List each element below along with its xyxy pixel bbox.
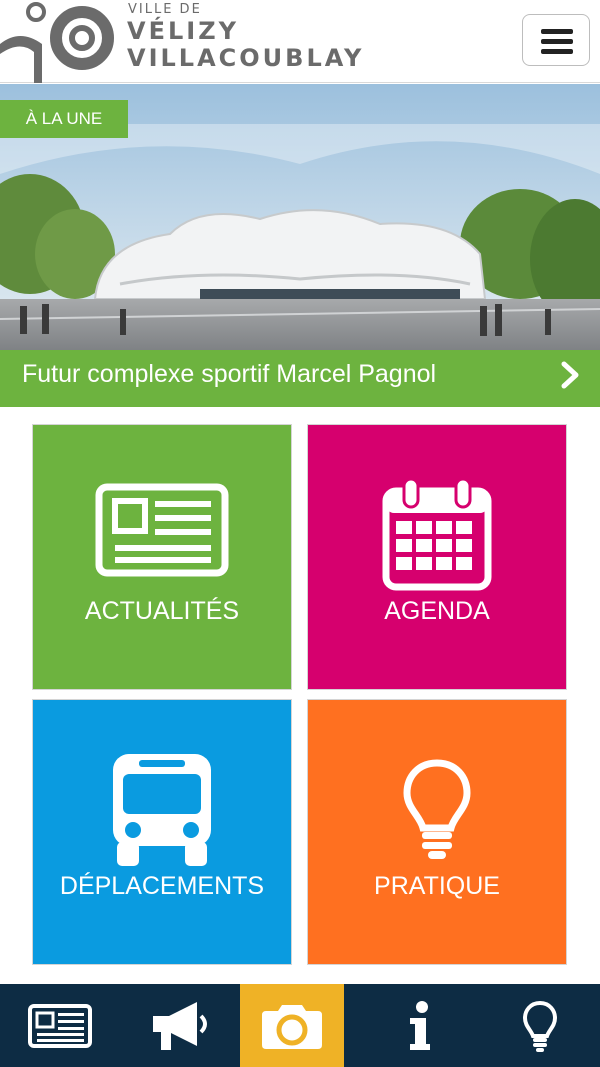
logo-city-line1: VÉLIZY [127,17,239,45]
site-logo[interactable]: VILLE DE VÉLIZY VILLACOUBLAY [0,0,380,83]
hero-caption-bar[interactable]: Futur complexe sportif Marcel Pagnol [0,350,600,407]
newspaper-icon [28,1003,92,1048]
nav-tips-button[interactable] [480,984,600,1067]
nav-announcements-button[interactable] [120,984,240,1067]
nav-news-button[interactable] [0,984,120,1067]
hamburger-menu-button[interactable] [522,14,590,66]
nav-camera-button[interactable] [240,984,344,1067]
tile-label-deplacements: DÉPLACEMENTS [59,872,265,900]
hamburger-icon [541,29,573,34]
tile-deplacements[interactable]: DÉPLACEMENTS [32,699,292,965]
tile-label-pratique: PRATIQUE [374,872,500,900]
logo-small-text: VILLE DE [128,2,202,17]
newspaper-icon [95,483,229,577]
chevron-right-icon [561,361,579,389]
featured-tag: À LA UNE [0,100,128,138]
info-icon [410,1000,430,1050]
tile-actualites[interactable]: ACTUALITÉS [32,424,292,690]
tile-label-actualites: ACTUALITÉS [84,597,240,625]
hamburger-icon [541,39,573,44]
logo-city-line2: VILLACOUBLAY [127,44,365,72]
logo-mark-icon [0,2,114,83]
lightbulb-icon [403,759,471,859]
tile-agenda[interactable]: AGENDA [307,424,567,690]
hero-caption: Futur complexe sportif Marcel Pagnol [22,360,437,388]
lightbulb-icon [522,1000,558,1052]
calendar-icon [382,477,492,591]
bottom-nav [0,984,600,1067]
camera-icon [262,1004,322,1049]
hamburger-icon [541,49,573,54]
tile-pratique[interactable]: PRATIQUE [307,699,567,965]
site-header: VILLE DE VÉLIZY VILLACOUBLAY [0,0,600,83]
tile-label-agenda: AGENDA [384,597,490,625]
megaphone-icon [153,1001,207,1050]
bus-icon [113,754,211,866]
nav-info-button[interactable] [360,984,480,1067]
